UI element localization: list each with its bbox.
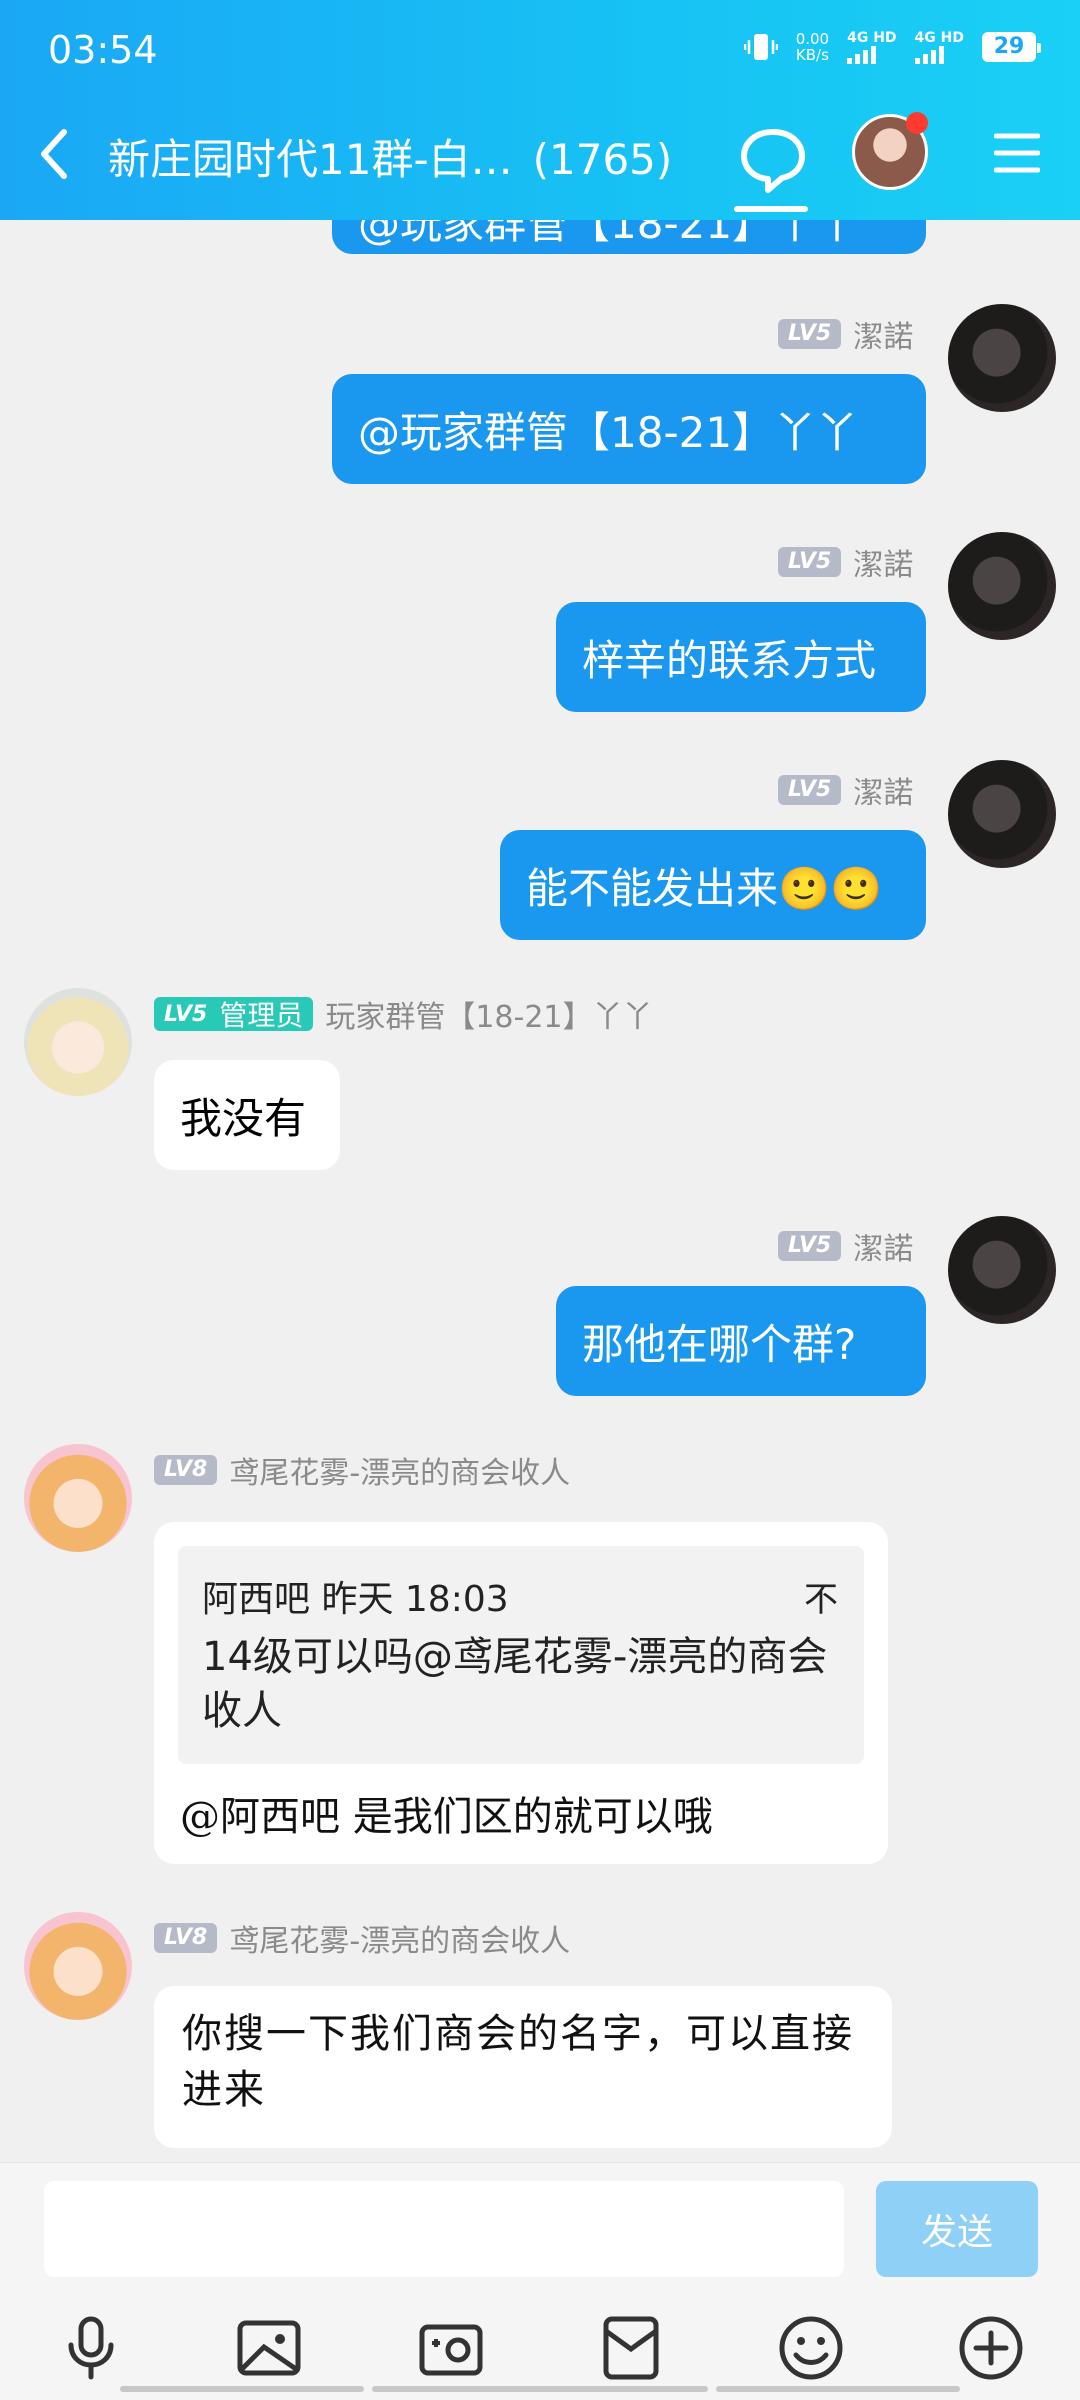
message-text: @玩家群管【18-21】丫丫 <box>358 220 859 248</box>
sender-name: 玩家群管【18-21】丫丫 <box>325 1000 653 1035</box>
message-bubble[interactable]: 你搜一下我们商会的名字，可以直接进来 <box>154 1986 892 2148</box>
message-input[interactable] <box>44 2181 844 2277</box>
admin-badge: LV5 管理员 <box>154 997 314 1032</box>
message-bubble[interactable]: 我没有 <box>154 1060 340 1170</box>
avatar[interactable] <box>948 760 1056 868</box>
role-label: 管理员 <box>219 999 304 1032</box>
active-tab-indicator <box>734 206 808 212</box>
signal-bars-icon <box>914 45 944 64</box>
menu-icon[interactable] <box>994 130 1040 176</box>
sim1-label: 4G HD <box>847 29 897 46</box>
net-speed: 0.00 KB/s <box>796 31 829 63</box>
message-bubble[interactable]: 那他在哪个群? <box>556 1286 926 1396</box>
avatar[interactable] <box>948 1216 1056 1324</box>
message-bubble[interactable]: @玩家群管【18-21】丫丫 <box>332 374 926 484</box>
chat-bubble-icon[interactable] <box>738 120 808 200</box>
sender-name: 鸢尾花雾-漂亮的商会收人 <box>229 1456 571 1491</box>
message-text: 你搜一下我们商会的名字，可以直接进来 <box>182 2011 854 2113</box>
title-bar: 新庄园时代11群-白… (1765) <box>0 100 1080 220</box>
message-text: 我没有 <box>180 1093 307 1143</box>
sender-line: LV5 潔諾 <box>778 540 913 584</box>
avatar[interactable] <box>948 304 1056 412</box>
net-speed-value: 0.00 <box>795 30 830 48</box>
sender-name: 潔諾 <box>853 1232 914 1267</box>
battery-icon: 29 <box>982 32 1041 62</box>
status-icons: 0.00 KB/s 4G HD 4G HD 29 <box>743 29 1041 64</box>
message-text: 那他在哪个群? <box>582 1319 857 1369</box>
back-icon[interactable] <box>30 124 80 184</box>
message-bubble[interactable]: 梓辛的联系方式 <box>556 602 926 712</box>
send-button[interactable]: 发送 <box>876 2181 1038 2277</box>
level-badge: LV8 <box>154 1923 218 1953</box>
red-packet-icon[interactable] <box>596 2313 666 2383</box>
avatar[interactable] <box>24 988 132 1096</box>
status-time: 03:54 <box>48 28 158 72</box>
notification-dot <box>906 112 928 134</box>
input-bar: 发送 <box>0 2162 1080 2400</box>
sender-name: 潔諾 <box>853 320 914 355</box>
gesture-bar <box>372 2386 708 2392</box>
emoji-icon[interactable] <box>776 2313 846 2383</box>
signal-bars-icon <box>847 45 877 64</box>
camera-icon[interactable] <box>416 2313 486 2383</box>
sim2-label: 4G HD <box>914 29 964 46</box>
chat-list[interactable]: @玩家群管【18-21】丫丫 LV5 潔諾 @玩家群管【18-21】丫丫 LV5… <box>0 220 1080 2162</box>
level-badge: LV5 <box>778 547 842 577</box>
sender-name: 潔諾 <box>853 776 914 811</box>
level-badge: LV8 <box>154 1455 218 1485</box>
gesture-bar <box>120 2386 364 2392</box>
quote-header: 阿西吧 昨天 18:03 <box>202 1579 509 1620</box>
sender-line: LV5 潔諾 <box>778 768 913 812</box>
message-bubble[interactable]: @玩家群管【18-21】丫丫 <box>332 220 926 254</box>
message-text: 能不能发出来🙂🙂 <box>526 863 883 913</box>
message-text: @阿西吧 是我们区的就可以哦 <box>180 1794 713 1840</box>
quoted-message[interactable]: 阿西吧 昨天 18:03 不 14级可以吗@鸢尾花雾-漂亮的商会收人 <box>178 1546 864 1764</box>
image-icon[interactable] <box>234 2313 304 2383</box>
avatar[interactable] <box>24 1444 132 1552</box>
level-badge: LV5 <box>164 1001 208 1027</box>
level-badge: LV5 <box>778 1231 842 1261</box>
level-badge: LV5 <box>778 319 842 349</box>
group-name: 新庄园时代11群-白… <box>108 135 513 184</box>
level-badge: LV5 <box>778 775 842 805</box>
net-speed-unit: KB/s <box>795 46 829 64</box>
quote-pin-icon: 不 <box>804 1580 838 1620</box>
gesture-bar <box>716 2386 960 2392</box>
message-bubble[interactable]: 阿西吧 昨天 18:03 不 14级可以吗@鸢尾花雾-漂亮的商会收人 @阿西吧 … <box>154 1522 888 1864</box>
sender-name: 潔諾 <box>853 548 914 583</box>
group-title[interactable]: 新庄园时代11群-白… (1765) <box>108 126 672 187</box>
app-header: 03:54 0.00 KB/s 4G HD 4G HD 29 新庄园时代11群-… <box>0 0 1080 220</box>
message-bubble[interactable]: 能不能发出来🙂🙂 <box>500 830 926 940</box>
plus-icon[interactable] <box>956 2313 1026 2383</box>
status-bar: 03:54 0.00 KB/s 4G HD 4G HD 29 <box>0 0 1080 100</box>
avatar[interactable] <box>948 532 1056 640</box>
sender-line: LV5 管理员 玩家群管【18-21】丫丫 <box>154 992 653 1036</box>
message-text: 梓辛的联系方式 <box>582 635 877 685</box>
microphone-icon[interactable] <box>56 2313 126 2383</box>
avatar[interactable] <box>24 1912 132 2020</box>
message-text: @玩家群管【18-21】丫丫 <box>358 407 859 457</box>
sender-line: LV8 鸢尾花雾-漂亮的商会收人 <box>154 1916 570 1960</box>
vibrate-icon <box>743 34 778 60</box>
quote-text: 14级可以吗@鸢尾花雾-漂亮的商会收人 <box>202 1634 828 1734</box>
sender-line: LV5 潔諾 <box>778 1224 913 1268</box>
sender-line: LV5 潔諾 <box>778 312 913 356</box>
sim2-signal: 4G HD <box>914 29 964 64</box>
sender-name: 鸢尾花雾-漂亮的商会收人 <box>229 1924 571 1959</box>
member-count: (1765) <box>532 135 673 184</box>
sender-line: LV8 鸢尾花雾-漂亮的商会收人 <box>154 1448 570 1492</box>
sim1-signal: 4G HD <box>847 29 897 64</box>
